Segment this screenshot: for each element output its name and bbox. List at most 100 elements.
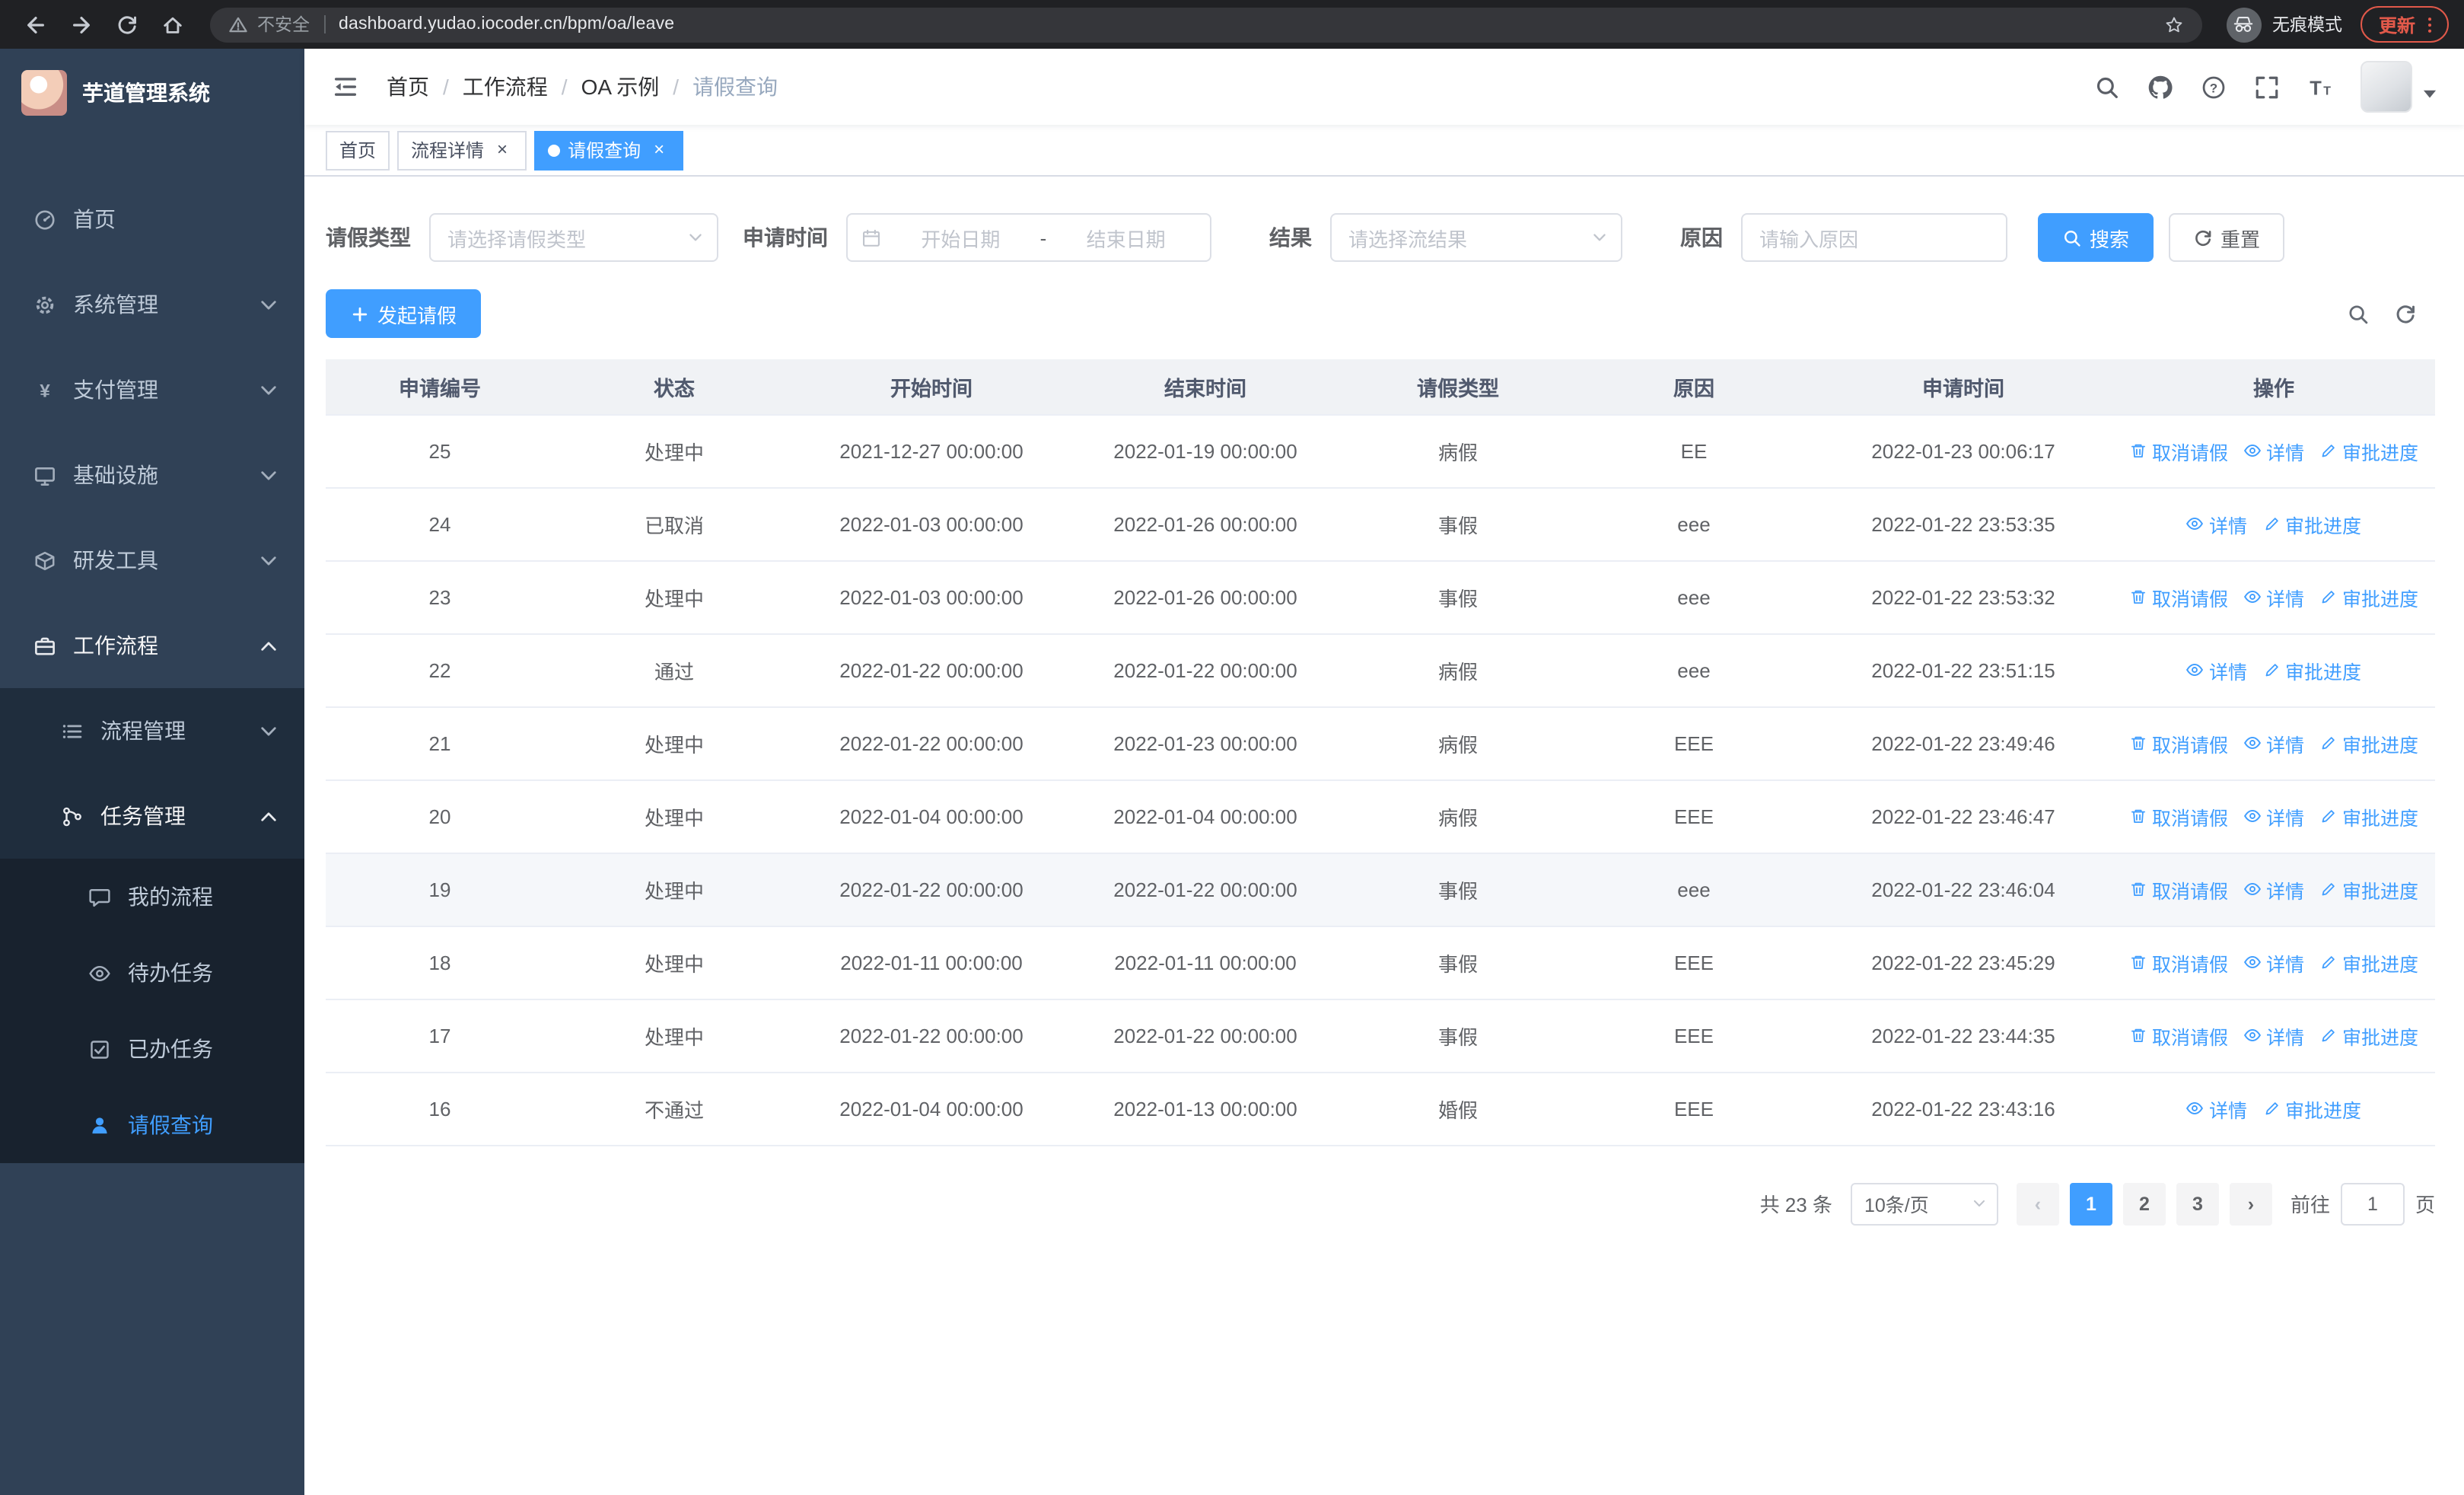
- action-progress[interactable]: 审批进度: [2319, 1021, 2418, 1050]
- action-detail[interactable]: 详情: [2186, 655, 2247, 684]
- table-row: 19 处理中 2022-01-22 00:00:00 2022-01-22 00:00…: [326, 853, 2435, 926]
- tab-close-icon[interactable]: ×: [492, 139, 513, 161]
- action-label: 取消请假: [2151, 881, 2228, 902]
- sidebar-item-system[interactable]: 系统管理: [0, 262, 304, 347]
- sidebar-item-done-task[interactable]: 已办任务: [0, 1011, 304, 1087]
- action-progress[interactable]: 审批进度: [2262, 655, 2361, 684]
- refresh-table-icon[interactable]: [2394, 302, 2417, 325]
- column-header: 结束时间: [1068, 359, 1342, 415]
- cell-reason: EEE: [1574, 779, 1814, 853]
- reset-button[interactable]: 重置: [2169, 213, 2285, 262]
- trash-icon: [2129, 880, 2147, 898]
- update-label: 更新: [2378, 14, 2415, 36]
- action-detail[interactable]: 详情: [2243, 875, 2304, 904]
- action-label: 取消请假: [2151, 1027, 2228, 1048]
- reason-input[interactable]: 请输入原因: [1741, 213, 2007, 262]
- sidebar-item-leave-query[interactable]: 请假查询: [0, 1087, 304, 1163]
- result-select[interactable]: 请选择流结果: [1330, 213, 1622, 262]
- browser-menu-kebab-icon[interactable]: [2420, 14, 2440, 34]
- breadcrumb-item-0[interactable]: 首页: [387, 72, 429, 102]
- sidebar-item-task-mgmt[interactable]: 任务管理: [0, 773, 304, 859]
- sidebar-item-my-process[interactable]: 我的流程: [0, 859, 304, 935]
- list-icon: [61, 719, 84, 742]
- action-detail[interactable]: 详情: [2243, 728, 2304, 757]
- incognito-label: 无痕模式: [2271, 17, 2342, 35]
- sidebar-item-process-mgmt[interactable]: 流程管理: [0, 688, 304, 773]
- toggle-search-icon[interactable]: [2347, 302, 2370, 325]
- action-progress[interactable]: 审批进度: [2319, 582, 2418, 611]
- action-progress[interactable]: 审批进度: [2262, 1094, 2361, 1123]
- sidebar-logo[interactable]: 芋道管理系统: [0, 49, 304, 137]
- leave-type-select[interactable]: 请选择请假类型: [429, 213, 718, 262]
- cell-reason: eee: [1574, 633, 1814, 707]
- page-button-3[interactable]: 3: [2176, 1182, 2219, 1225]
- reload-icon[interactable]: [107, 5, 146, 44]
- table-row: 25 处理中 2021-12-27 00:00:00 2022-01-19 00:00…: [326, 414, 2435, 488]
- action-detail[interactable]: 详情: [2243, 802, 2304, 830]
- incognito-glyph-icon: [2233, 14, 2255, 35]
- sidebar-item-todo-task[interactable]: 待办任务: [0, 935, 304, 1011]
- action-progress[interactable]: 审批进度: [2262, 509, 2361, 538]
- github-icon[interactable]: [2147, 74, 2173, 100]
- create-leave-button[interactable]: 发起请假: [326, 289, 482, 338]
- action-detail[interactable]: 详情: [2243, 436, 2304, 465]
- fullscreen-icon[interactable]: [2254, 74, 2280, 100]
- cell-start: 2022-01-22 00:00:00: [794, 999, 1068, 1073]
- app-title: 芋道管理系统: [82, 81, 210, 105]
- sidebar-item-label: 基础设施: [73, 463, 158, 487]
- action-progress[interactable]: 审批进度: [2319, 436, 2418, 465]
- search-icon[interactable]: [2094, 74, 2120, 100]
- sidebar-item-home[interactable]: 首页: [0, 177, 304, 262]
- action-progress[interactable]: 审批进度: [2319, 948, 2418, 977]
- sidebar-item-label: 支付管理: [73, 378, 158, 402]
- action-cancel[interactable]: 取消请假: [2129, 436, 2228, 465]
- user-menu[interactable]: [2361, 61, 2443, 113]
- browser-update-button[interactable]: 更新: [2360, 6, 2449, 43]
- action-cancel[interactable]: 取消请假: [2129, 582, 2228, 611]
- goto-page-input[interactable]: [2340, 1182, 2405, 1225]
- help-icon[interactable]: ?: [2201, 74, 2227, 100]
- back-icon[interactable]: [15, 5, 55, 44]
- sidebar-item-payment[interactable]: ¥ 支付管理: [0, 347, 304, 432]
- tab-0[interactable]: 首页: [326, 130, 390, 170]
- prev-page-button[interactable]: ‹: [2016, 1182, 2059, 1225]
- action-cancel[interactable]: 取消请假: [2129, 802, 2228, 830]
- sidebar-collapse-icon[interactable]: [304, 49, 387, 125]
- action-detail[interactable]: 详情: [2186, 1094, 2247, 1123]
- action-progress[interactable]: 审批进度: [2319, 728, 2418, 757]
- address-bar[interactable]: 不安全 dashboard.yudao.iocoder.cn/bpm/oa/le…: [210, 7, 2202, 42]
- font-size-icon[interactable]: TT: [2307, 74, 2333, 100]
- action-detail[interactable]: 详情: [2243, 1021, 2304, 1050]
- home-icon[interactable]: [152, 5, 192, 44]
- action-detail[interactable]: 详情: [2186, 509, 2247, 538]
- breadcrumb-item-2[interactable]: OA 示例: [581, 72, 660, 102]
- address-divider: [323, 15, 325, 33]
- action-progress[interactable]: 审批进度: [2319, 802, 2418, 830]
- cell-apply_time: 2022-01-22 23:44:35: [1814, 999, 2112, 1073]
- action-cancel[interactable]: 取消请假: [2129, 948, 2228, 977]
- bookmark-star-icon[interactable]: [2164, 14, 2184, 34]
- page-button-2[interactable]: 2: [2122, 1182, 2166, 1225]
- breadcrumb-item-1[interactable]: 工作流程: [463, 72, 548, 102]
- action-detail[interactable]: 详情: [2243, 582, 2304, 611]
- page-button-1[interactable]: 1: [2069, 1182, 2112, 1225]
- forward-icon[interactable]: [61, 5, 100, 44]
- next-page-button[interactable]: ›: [2229, 1182, 2272, 1225]
- search-button[interactable]: 搜索: [2038, 213, 2154, 262]
- security-warning-icon[interactable]: [228, 14, 248, 34]
- tab-2[interactable]: 请假查询 ×: [534, 130, 684, 170]
- cell-type: 事假: [1342, 926, 1574, 999]
- sidebar-item-devtools[interactable]: 研发工具: [0, 518, 304, 603]
- action-cancel[interactable]: 取消请假: [2129, 1021, 2228, 1050]
- page-size-select[interactable]: 10条/页: [1850, 1182, 1998, 1225]
- sidebar-item-workflow[interactable]: 工作流程: [0, 603, 304, 688]
- action-cancel[interactable]: 取消请假: [2129, 875, 2228, 904]
- tab-1[interactable]: 流程详情 ×: [397, 130, 527, 170]
- action-detail[interactable]: 详情: [2243, 948, 2304, 977]
- action-cancel[interactable]: 取消请假: [2129, 728, 2228, 757]
- sidebar-item-infra[interactable]: 基础设施: [0, 432, 304, 518]
- tab-close-icon[interactable]: ×: [648, 139, 670, 161]
- action-progress[interactable]: 审批进度: [2319, 875, 2418, 904]
- box-icon: [33, 549, 56, 572]
- apply-time-range-picker[interactable]: 开始日期 - 结束日期: [846, 213, 1211, 262]
